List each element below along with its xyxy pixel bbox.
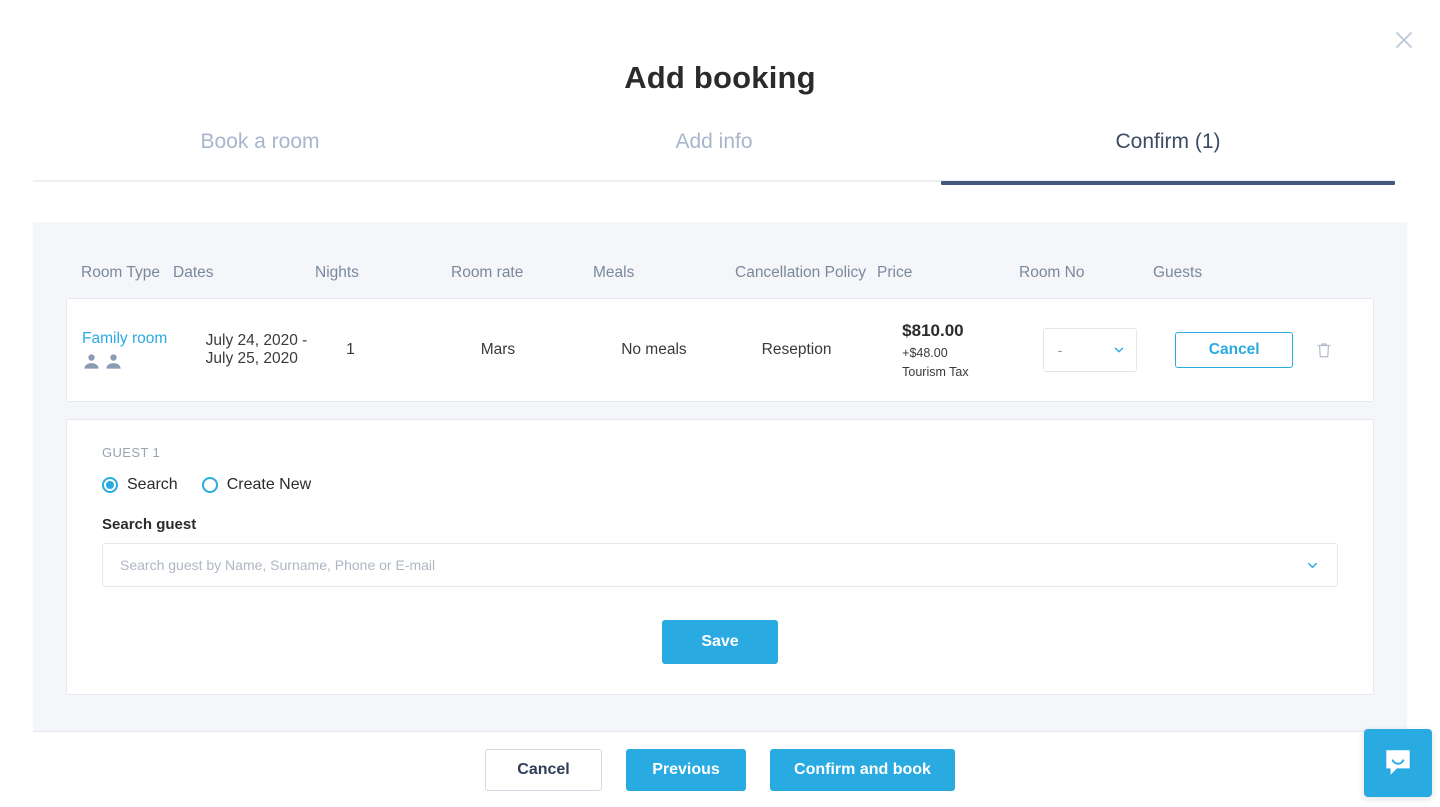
radio-icon-create-new bbox=[201, 477, 218, 494]
price-extra-label: Tourism Tax bbox=[902, 365, 969, 380]
two-people-icon bbox=[82, 352, 198, 371]
column-header-nights: Nights bbox=[315, 264, 359, 281]
cancel-button[interactable]: Cancel bbox=[485, 749, 602, 791]
cell-guests: Cancel bbox=[1175, 332, 1373, 369]
save-button[interactable]: Save bbox=[662, 620, 778, 665]
tab-bar: Book a room Add info Confirm (1) bbox=[33, 130, 1395, 185]
guest-heading: GUEST 1 bbox=[102, 445, 161, 461]
confirm-and-book-button[interactable]: Confirm and book bbox=[770, 749, 955, 791]
room-no-select[interactable]: - bbox=[1042, 328, 1137, 373]
cell-room-no: - bbox=[1042, 328, 1176, 373]
tab-confirm[interactable]: Confirm (1) bbox=[941, 130, 1395, 185]
save-button-wrap: Save bbox=[102, 620, 1338, 665]
search-guest-placeholder: Search guest by Name, Surname, Phone or … bbox=[120, 557, 436, 574]
radio-label-create-new: Create New bbox=[226, 476, 312, 494]
tab-book-a-room[interactable]: Book a room bbox=[33, 130, 487, 180]
modal-footer: Cancel Previous Confirm and book bbox=[0, 733, 1440, 807]
trash-icon bbox=[1317, 343, 1331, 358]
cell-price: $810.00 +$48.00 Tourism Tax bbox=[902, 321, 1042, 379]
tab-add-info[interactable]: Add info bbox=[487, 130, 941, 180]
booking-table-header: Room Type Dates Nights Room rate Meals C… bbox=[33, 222, 1407, 284]
column-header-cancellation-policy: Cancellation Policy bbox=[735, 264, 866, 281]
chevron-down-icon[interactable] bbox=[1305, 558, 1320, 573]
column-header-price: Price bbox=[877, 264, 913, 281]
content-panel: Room Type Dates Nights Room rate Meals C… bbox=[33, 222, 1407, 732]
add-booking-modal: Add booking Book a room Add info Confirm… bbox=[0, 0, 1440, 807]
price-extra: +$48.00 bbox=[902, 346, 948, 361]
cell-cancellation-policy: Reseption bbox=[761, 341, 832, 359]
radio-option-create-new[interactable]: Create New bbox=[201, 476, 312, 494]
cell-room-rate: Mars bbox=[480, 341, 516, 359]
column-header-meals: Meals bbox=[593, 264, 635, 281]
search-guest-input[interactable]: Search guest by Name, Surname, Phone or … bbox=[102, 543, 1338, 588]
radio-icon-search bbox=[102, 477, 118, 494]
guest-mode-radio-group: Search Create New bbox=[102, 476, 1338, 494]
delete-row-button[interactable] bbox=[1315, 340, 1333, 360]
row-cancel-button[interactable]: Cancel bbox=[1175, 332, 1294, 369]
previous-button[interactable]: Previous bbox=[626, 749, 746, 791]
chat-launcher-button[interactable] bbox=[1364, 729, 1432, 797]
cell-meals: No meals bbox=[621, 341, 687, 359]
room-type-link[interactable]: Family room bbox=[82, 330, 198, 348]
table-row: Family room July 24, 2020 - July 25, 202… bbox=[66, 298, 1374, 403]
guest-card: GUEST 1 Search Create New Search guest S… bbox=[66, 419, 1374, 696]
cell-dates: July 24, 2020 - July 25, 2020 bbox=[205, 332, 308, 368]
search-guest-label: Search guest bbox=[102, 516, 197, 534]
close-icon bbox=[1396, 32, 1412, 48]
price-amount: $810.00 bbox=[902, 321, 964, 341]
room-no-value: - bbox=[1057, 342, 1063, 359]
column-header-dates: Dates bbox=[173, 264, 214, 281]
cell-room-type: Family room bbox=[67, 330, 206, 371]
chat-bubble-smile-icon bbox=[1386, 750, 1410, 775]
column-header-guests: Guests bbox=[1153, 264, 1203, 281]
chevron-down-icon bbox=[1114, 348, 1123, 353]
cell-nights: 1 bbox=[346, 341, 355, 359]
column-header-room-type: Room Type bbox=[81, 264, 160, 281]
close-button[interactable] bbox=[1388, 24, 1420, 56]
column-header-room-no: Room No bbox=[1019, 264, 1085, 281]
radio-label-search: Search bbox=[127, 476, 178, 494]
radio-option-search[interactable]: Search bbox=[102, 476, 178, 494]
page-title: Add booking bbox=[624, 60, 816, 95]
column-header-room-rate: Room rate bbox=[451, 264, 524, 281]
